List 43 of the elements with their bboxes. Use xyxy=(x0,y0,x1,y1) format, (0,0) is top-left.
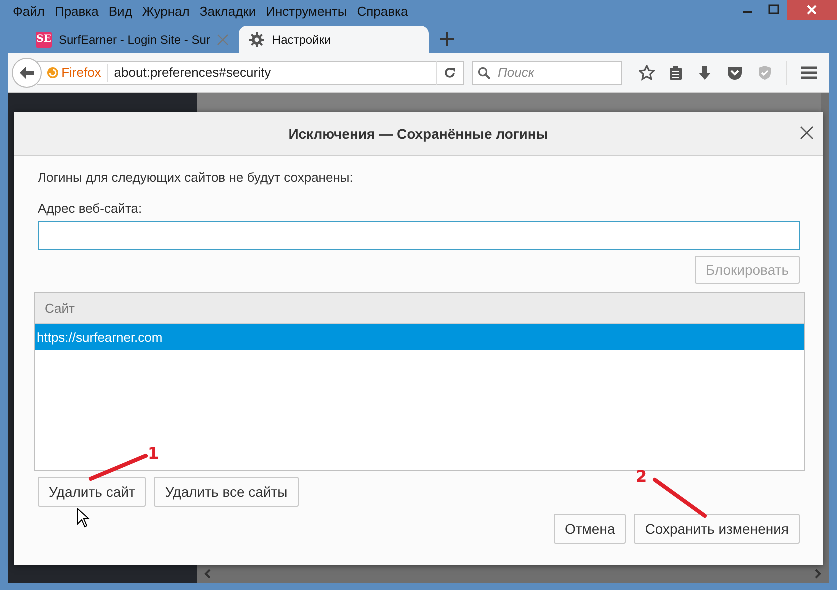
tab-title: Настройки xyxy=(272,32,332,46)
cancel-button[interactable]: Отмена xyxy=(554,514,626,544)
site-logo-icon: SE xyxy=(36,32,52,48)
tab-title: SurfEarner - Login Site - Sur xyxy=(59,32,210,46)
menu-item[interactable]: Файл xyxy=(8,4,50,20)
browser-logo-icon xyxy=(46,66,59,78)
table-row[interactable]: https://surfearner.com xyxy=(35,324,804,350)
menu-item[interactable]: Правка xyxy=(50,4,104,20)
menu-item[interactable]: Закладки xyxy=(194,4,262,20)
pocket-icon[interactable] xyxy=(727,64,743,80)
search-icon xyxy=(478,66,491,80)
menu-item[interactable]: Инструменты xyxy=(261,4,352,20)
remove-button[interactable]: Удалить сайт xyxy=(38,477,146,507)
close-icon[interactable] xyxy=(787,0,837,20)
url-text: about:preferences#security xyxy=(114,65,272,80)
menu-item[interactable]: Журнал xyxy=(137,4,195,20)
menu-item[interactable]: Вид xyxy=(104,4,138,20)
annotation-number: 2 xyxy=(636,469,648,485)
remove-button[interactable]: Удалить все сайты xyxy=(154,477,299,507)
clipboard-icon[interactable] xyxy=(669,64,683,80)
input-field[interactable] xyxy=(38,221,800,250)
dialog-title: Исключения — Сохранённые логины xyxy=(288,126,548,142)
star-icon[interactable] xyxy=(639,64,655,80)
back-button[interactable] xyxy=(12,58,42,88)
back-arrow-icon xyxy=(18,66,35,80)
download-icon[interactable] xyxy=(697,64,713,80)
save-button[interactable]: Сохранить изменения xyxy=(634,514,800,544)
scrollbar[interactable] xyxy=(197,565,829,583)
cursor-icon xyxy=(77,508,90,528)
annotation-number: 1 xyxy=(148,446,160,462)
tab[interactable]: Настройки xyxy=(239,26,430,53)
column-header[interactable]: Сайт xyxy=(45,300,75,316)
plus-icon[interactable] xyxy=(439,31,456,47)
description-text: Логины для следующих сайтов не будут сохранены: xyxy=(38,170,354,186)
address-field[interactable]: Firefox about:preferences#security xyxy=(36,60,464,84)
menu-item[interactable]: Справка xyxy=(352,4,414,20)
field-label: Адрес веб-сайта: xyxy=(38,201,144,217)
close-icon[interactable] xyxy=(799,125,815,141)
reload-icon xyxy=(444,66,456,78)
search-field[interactable]: Поиск xyxy=(472,60,622,84)
identity-label[interactable]: Firefox xyxy=(46,64,108,82)
menu-icon[interactable] xyxy=(800,64,818,80)
tab[interactable]: SE SurfEarner - Login Site - Sur xyxy=(26,26,240,53)
